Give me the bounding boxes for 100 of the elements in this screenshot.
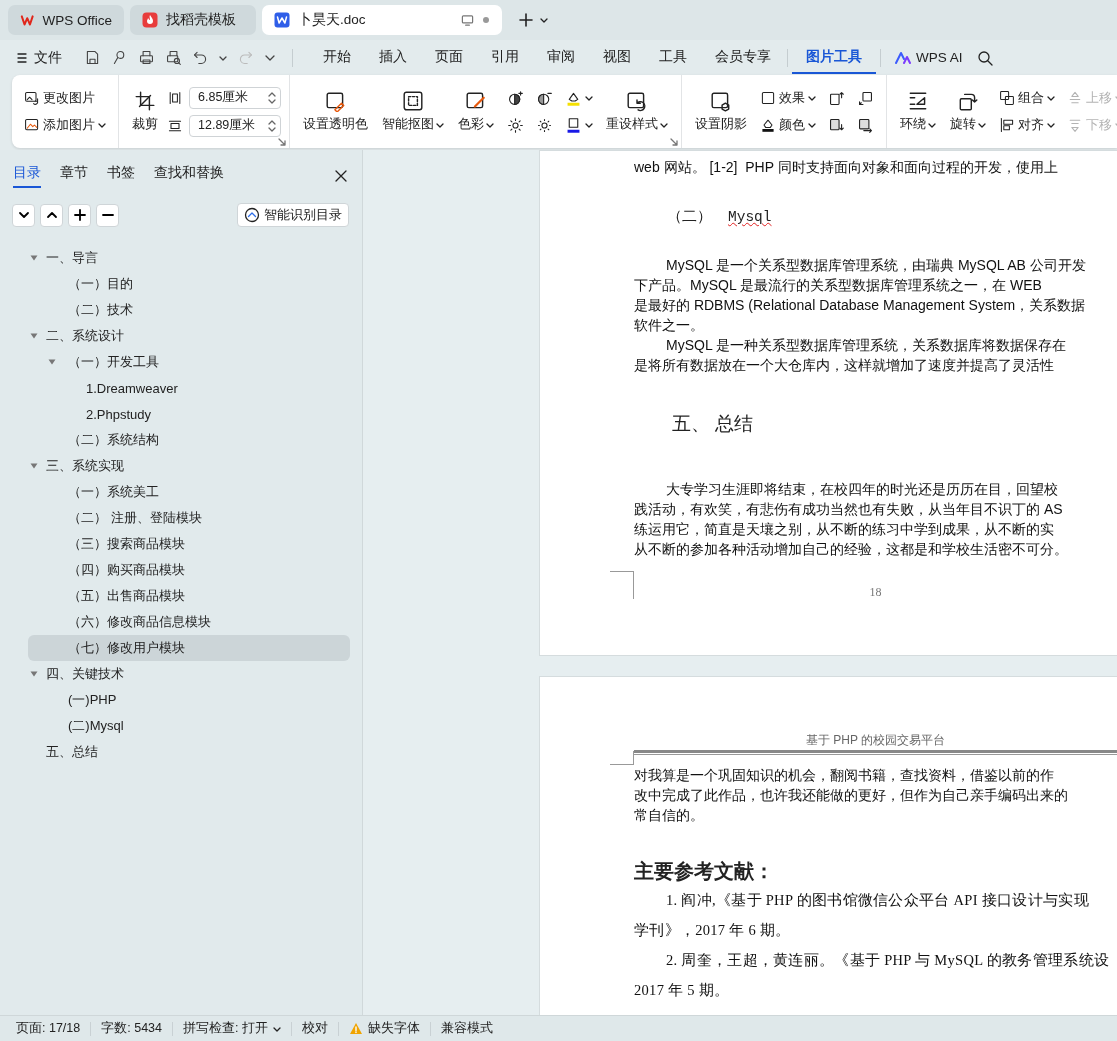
smart-toc-button[interactable]: 智能识别目录: [237, 203, 349, 227]
expanded-triangle-icon[interactable]: [30, 462, 38, 470]
warning-icon: [348, 1022, 363, 1035]
add-icon: [72, 208, 87, 222]
expanded-triangle-icon[interactable]: [48, 358, 56, 366]
outline-item[interactable]: (一)PHP: [28, 687, 350, 713]
file-menu[interactable]: 文件: [16, 48, 62, 67]
status-item[interactable]: 字数: 5434: [91, 1021, 173, 1036]
toolbar-button[interactable]: 效果: [756, 87, 820, 109]
ribbon-tab[interactable]: 工具: [645, 41, 701, 74]
status-item[interactable]: 拼写检查: 打开: [173, 1021, 292, 1036]
search-icon[interactable]: [976, 49, 993, 66]
ribbon-tab[interactable]: 插入: [365, 41, 421, 74]
outline-item[interactable]: （二）系统结构: [28, 427, 350, 453]
crop-mark: [610, 571, 634, 599]
toolbar-button[interactable]: 环绕: [895, 88, 941, 135]
ribbon-tab[interactable]: 开始: [309, 41, 365, 74]
print-icon[interactable]: [138, 49, 155, 66]
outline-item[interactable]: （一）开发工具: [28, 349, 350, 375]
outline-item[interactable]: （四）购买商品模块: [28, 557, 350, 583]
document-logo-icon: [274, 12, 290, 28]
toolbar-button[interactable]: 智能抠图: [377, 88, 449, 135]
add-button[interactable]: [68, 203, 91, 227]
print-preview-icon[interactable]: [165, 49, 182, 66]
panel-tab[interactable]: 目录: [13, 164, 41, 188]
status-item[interactable]: 页面: 17/18: [6, 1021, 92, 1036]
size-field[interactable]: 6.85厘米: [189, 86, 281, 109]
dialog-launcher-icon[interactable]: [670, 138, 678, 146]
ribbon-tab[interactable]: 审阅: [533, 41, 589, 74]
outline-item[interactable]: 二、系统设计: [28, 323, 350, 349]
ai-logo-icon: [895, 50, 911, 65]
toolbar-button[interactable]: 色彩: [453, 88, 499, 135]
toolbar-button[interactable]: 裁剪: [127, 88, 163, 135]
outline-item[interactable]: 五、总结: [28, 739, 350, 765]
plus-icon[interactable]: [518, 12, 534, 28]
picture-reset-icon: [626, 90, 648, 112]
caret-icon[interactable]: [540, 16, 548, 24]
outline-item[interactable]: （一）系统美工: [28, 479, 350, 505]
outline-item[interactable]: （二）技术: [28, 297, 350, 323]
caret-icon: [1047, 94, 1055, 102]
size-field[interactable]: 12.89厘米: [189, 114, 281, 137]
collapse-button[interactable]: [12, 203, 35, 227]
toolbar-button[interactable]: 设置透明色: [298, 88, 373, 135]
toolbar-button[interactable]: 对齐: [995, 114, 1059, 136]
outline-item[interactable]: 1.Dreamweaver: [28, 375, 350, 401]
toolbar-button[interactable]: 更改图片: [20, 87, 110, 109]
outline-item[interactable]: （六）修改商品信息模块: [28, 609, 350, 635]
status-item[interactable]: 缺失字体: [338, 1021, 431, 1036]
outline-item[interactable]: (二)Mysql: [28, 713, 350, 739]
status-item[interactable]: 兼容模式: [430, 1021, 503, 1036]
outline-item[interactable]: 一、导言: [28, 245, 350, 271]
ribbon-tab[interactable]: 页面: [421, 41, 477, 74]
section-heading: （二） Mysql: [667, 208, 772, 227]
document-tab[interactable]: 找稻壳模板: [130, 5, 256, 35]
outline-item[interactable]: 四、关键技术: [28, 661, 350, 687]
brightness-icon: [536, 116, 553, 134]
panel-tab[interactable]: 查找和替换: [154, 164, 224, 188]
expand-button[interactable]: [40, 203, 63, 227]
add-picture-icon: [24, 117, 40, 133]
undo-icon[interactable]: [192, 49, 209, 66]
outline-item[interactable]: （二） 注册、登陆模块: [28, 505, 350, 531]
ribbon-tab[interactable]: 引用: [477, 41, 533, 74]
contrast-icon: [507, 89, 524, 107]
panel-tab[interactable]: 章节: [60, 164, 88, 188]
toolbar-button[interactable]: 设置阴影: [690, 88, 752, 135]
paragraph: 对我算是一个巩固知识的机会，翻阅书籍，查找资料，借鉴以前的作 改中完成了此作品，也许我还能做的更好，但作为自己亲手编码出来的 常自信的。: [634, 766, 1069, 825]
expanded-triangle-icon[interactable]: [30, 332, 38, 340]
document-tab[interactable]: 卜昊天.doc: [262, 5, 502, 35]
caret-icon: [585, 94, 593, 102]
group-icon: [999, 90, 1015, 106]
toolbar-button[interactable]: 旋转: [945, 88, 991, 135]
ai-button[interactable]: WPS AI: [895, 50, 963, 65]
outline-item[interactable]: 三、系统实现: [28, 453, 350, 479]
close-icon[interactable]: [334, 169, 348, 183]
outline-item[interactable]: （五）出售商品模块: [28, 583, 350, 609]
remove-button[interactable]: [96, 203, 119, 227]
ribbon-tab[interactable]: 会员专享: [701, 41, 785, 74]
page-number: 18: [869, 585, 882, 599]
toolbar-button[interactable]: 添加图片: [20, 114, 110, 136]
toolbar-button[interactable]: 组合: [995, 87, 1059, 109]
smart-icon: [244, 207, 260, 223]
panel-tab[interactable]: 书签: [107, 164, 135, 188]
save-icon[interactable]: [84, 49, 101, 66]
outline-item[interactable]: （一）目的: [28, 271, 350, 297]
toolbar-button[interactable]: 颜色: [756, 114, 820, 136]
expanded-triangle-icon[interactable]: [30, 670, 38, 678]
chapter-heading: 五、 总结: [672, 412, 754, 436]
expanded-triangle-icon[interactable]: [30, 254, 38, 262]
outline-item[interactable]: 2.Phpstudy: [28, 401, 350, 427]
status-item[interactable]: 校对: [291, 1021, 339, 1036]
ribbon-tab[interactable]: 视图: [589, 41, 645, 74]
outline-item[interactable]: （三）搜索商品模块: [28, 531, 350, 557]
ribbon-tab[interactable]: 图片工具: [792, 41, 876, 74]
dialog-launcher-icon[interactable]: [278, 138, 286, 146]
toolbar-button[interactable]: 重设样式: [601, 88, 673, 135]
move-icon: [857, 89, 874, 107]
outline-item[interactable]: （七）修改用户模块: [28, 635, 350, 661]
document-tab[interactable]: WPS Office: [8, 5, 124, 35]
spinner-icon: [268, 119, 276, 132]
width-icon: [167, 89, 183, 106]
